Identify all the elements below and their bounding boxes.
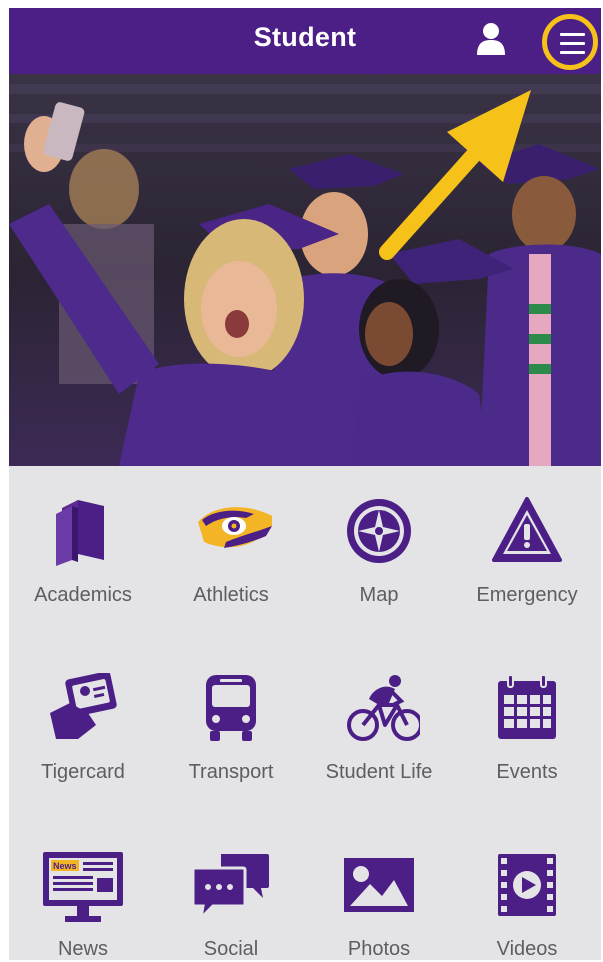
- tile-emergency[interactable]: Emergency: [453, 466, 601, 616]
- tile-events[interactable]: Events: [453, 643, 601, 793]
- tile-map[interactable]: Map: [305, 466, 453, 616]
- tile-label: Photos: [347, 938, 411, 960]
- tile-label: Tigercard: [41, 761, 125, 783]
- tile-label: News: [57, 938, 108, 960]
- top-bar: Student: [9, 8, 601, 74]
- cyclist-icon: [347, 675, 420, 741]
- compass-icon: [347, 499, 411, 563]
- profile-button[interactable]: [475, 21, 507, 57]
- tile-social[interactable]: Social: [157, 820, 305, 960]
- tile-label: Social: [203, 938, 259, 960]
- bus-icon: [206, 675, 256, 741]
- calendar-icon: [498, 674, 556, 739]
- page-title: Student: [253, 22, 357, 52]
- menu-button[interactable]: [542, 14, 598, 70]
- tile-label: Emergency: [476, 584, 578, 606]
- chat-bubbles-icon: [191, 854, 269, 920]
- tile-transport[interactable]: Transport: [157, 643, 305, 793]
- books-icon: [56, 500, 104, 566]
- tile-academics[interactable]: Academics: [9, 466, 157, 616]
- tile-news[interactable]: News News: [9, 820, 157, 960]
- tile-tigercard[interactable]: Tigercard: [9, 643, 157, 793]
- tiger-eye-icon: [198, 507, 272, 548]
- tile-label: Academics: [34, 584, 132, 606]
- tile-label: Athletics: [193, 584, 269, 606]
- news-icon-text: News: [53, 861, 77, 871]
- tile-label: Student Life: [325, 761, 433, 783]
- tile-label: Transport: [188, 761, 274, 783]
- warning-icon: [492, 497, 562, 562]
- tile-label: Map: [359, 584, 399, 606]
- news-monitor-icon: News: [43, 852, 123, 922]
- tile-videos[interactable]: Videos: [453, 820, 601, 960]
- tile-athletics[interactable]: Athletics: [157, 466, 305, 616]
- id-card-icon: [50, 673, 117, 739]
- video-film-icon: [498, 854, 556, 916]
- tile-label: Videos: [496, 938, 558, 960]
- tile-label: Events: [496, 761, 558, 783]
- person-icon: [477, 23, 505, 55]
- app-screen: Student Academics Athletics Map Emergenc…: [9, 8, 601, 960]
- tile-photos[interactable]: Photos: [305, 820, 453, 960]
- tile-student-life[interactable]: Student Life: [305, 643, 453, 793]
- hero-photo: [9, 74, 601, 466]
- photo-icon: [344, 858, 414, 912]
- feature-grid: Academics Athletics Map Emergency Tigerc…: [9, 466, 601, 960]
